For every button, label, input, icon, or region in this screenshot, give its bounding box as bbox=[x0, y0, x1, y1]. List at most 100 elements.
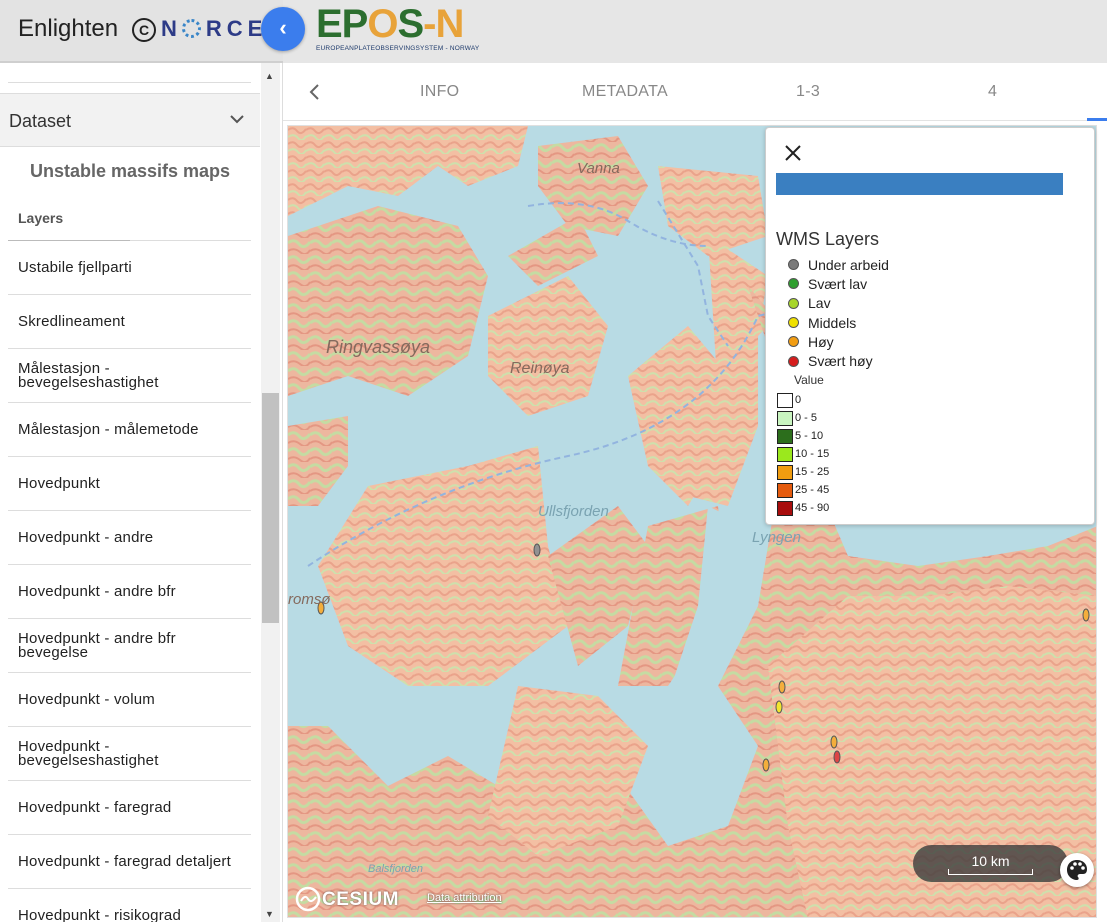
layer-label: Hovedpunkt - faregrad bbox=[18, 798, 172, 816]
wms-legend-item: Høy bbox=[788, 332, 889, 351]
layers-tab[interactable]: Layers bbox=[18, 210, 63, 226]
legend-color-bar bbox=[776, 173, 1063, 195]
layer-item[interactable]: Hovedpunkt - bevegelseshastighet bbox=[8, 727, 251, 781]
data-attribution-link[interactable]: Data attribution bbox=[427, 892, 502, 904]
collapse-sidebar-button[interactable]: ‹ bbox=[261, 7, 305, 51]
value-legend-item: 25 - 45 bbox=[777, 481, 829, 499]
tab-bar: INFO METADATA 1-3 4 bbox=[283, 63, 1107, 121]
sidebar: Dataset Unstable massifs maps Layers Ust… bbox=[0, 63, 283, 922]
layer-list: Ustabile fjellparti Skredlineament Målesta… bbox=[8, 241, 251, 922]
scrollbar-thumb[interactable] bbox=[262, 393, 279, 623]
layer-item[interactable]: Hovedpunkt - faregrad bbox=[8, 781, 251, 835]
value-swatch bbox=[777, 392, 793, 408]
app-title: Enlighten bbox=[18, 15, 119, 42]
tab-1-3[interactable]: 1-3 bbox=[796, 83, 820, 101]
wms-legend-label: Høy bbox=[808, 333, 834, 350]
epos-logo-word: EPOS-N bbox=[316, 2, 464, 46]
value-legend-label: 5 - 10 bbox=[795, 430, 824, 442]
value-swatch bbox=[777, 446, 793, 462]
value-legend-item: 5 - 10 bbox=[777, 427, 829, 445]
wms-legend-item: Middels bbox=[788, 313, 889, 332]
layer-item[interactable]: Hovedpunkt - andre bfr bevegelse bbox=[8, 619, 251, 673]
legend-title: WMS Layers bbox=[776, 229, 880, 249]
top-bar: Enlighten C N RCE ‹ EPOS-N EUROPEANPLATEO… bbox=[0, 0, 1107, 63]
layer-item[interactable]: Skredlineament bbox=[8, 295, 251, 349]
copyright-icon: C bbox=[132, 18, 156, 42]
norce-logo-text: RCE bbox=[205, 16, 268, 41]
value-swatch bbox=[777, 482, 793, 498]
wms-legend-label: Middels bbox=[808, 314, 857, 331]
tab-metadata[interactable]: METADATA bbox=[582, 83, 668, 101]
wms-layer-list: Under arbeid Svært lav Lav Middels Høy Svært … bbox=[788, 255, 889, 371]
wms-legend-label: Lav bbox=[808, 295, 831, 312]
legend-panel: WMS Layers Under arbeid Svært lav Lav Midde… bbox=[765, 127, 1095, 525]
cesium-logo[interactable]: CESIUM bbox=[295, 886, 420, 914]
scroll-up-arrow-icon[interactable]: ▲ bbox=[265, 71, 274, 81]
layer-label: Ustabile fjellparti bbox=[18, 258, 132, 276]
palette-icon bbox=[1067, 860, 1087, 880]
epos-logo-subtitle: EUROPEANPLATEOBSERVINGSYSTEM - NORWAY bbox=[316, 45, 480, 52]
legend-dot-icon bbox=[788, 336, 799, 348]
cesium-label: CESIUM bbox=[322, 889, 399, 910]
layer-item[interactable]: Hovedpunkt - risikograd bbox=[8, 889, 251, 922]
layer-item[interactable]: Hovedpunkt - volum bbox=[8, 673, 251, 727]
value-legend-label: 0 bbox=[795, 394, 802, 406]
epos-n-logo: EPOS-N EUROPEANPLATEOBSERVINGSYSTEM - NO… bbox=[316, 2, 498, 58]
value-title: Value bbox=[794, 373, 824, 387]
tab-info[interactable]: INFO bbox=[420, 83, 459, 101]
dataset-label: Dataset bbox=[9, 111, 72, 131]
layer-item[interactable]: Hovedpunkt - andre bbox=[8, 511, 251, 565]
palette-button[interactable] bbox=[1060, 853, 1094, 887]
layer-item[interactable]: Hovedpunkt bbox=[8, 457, 251, 511]
layer-label-line2: bevegelse bbox=[18, 643, 89, 661]
layer-label: Skredlineament bbox=[18, 312, 126, 330]
wms-legend-item: Lav bbox=[788, 294, 889, 313]
value-swatch bbox=[777, 410, 793, 426]
scale-label: 10 km bbox=[971, 853, 1010, 869]
layer-item[interactable]: Målestasjon - bevegelseshastighet bbox=[8, 349, 251, 403]
value-legend-item: 15 - 25 bbox=[777, 463, 829, 481]
layer-item[interactable]: Ustabile fjellparti bbox=[8, 241, 251, 295]
legend-dot-icon bbox=[788, 278, 799, 290]
layer-label: Hovedpunkt - andre bbox=[18, 528, 154, 546]
legend-dot-icon bbox=[788, 259, 799, 271]
value-swatch bbox=[777, 464, 793, 480]
scale-indicator: 10 km bbox=[913, 845, 1068, 882]
value-legend-label: 0 - 5 bbox=[795, 412, 818, 424]
value-legend-label: 45 - 90 bbox=[795, 502, 830, 514]
chevron-down-icon bbox=[230, 115, 244, 124]
layer-item[interactable]: Målestasjon - målemetode bbox=[8, 403, 251, 457]
section-title: Unstable massifs maps bbox=[29, 161, 231, 181]
layer-item[interactable]: Hovedpunkt - faregrad detaljert bbox=[8, 835, 251, 889]
scroll-down-arrow-icon[interactable]: ▼ bbox=[265, 909, 274, 919]
active-tab-indicator bbox=[1087, 118, 1107, 121]
wms-legend-item: Under arbeid bbox=[788, 255, 889, 274]
value-swatch bbox=[777, 428, 793, 444]
value-swatch bbox=[777, 500, 793, 516]
layer-label: Hovedpunkt - andre bfr bbox=[18, 582, 176, 600]
value-legend-label: 15 - 25 bbox=[795, 466, 830, 478]
legend-dot-icon bbox=[788, 317, 799, 329]
layer-label: Målestasjon - målemetode bbox=[18, 420, 199, 438]
layer-label: Hovedpunkt bbox=[18, 474, 101, 492]
brand-area: Enlighten C N RCE bbox=[0, 0, 283, 63]
wms-legend-label: Svært høy bbox=[808, 353, 873, 370]
chevron-left-icon[interactable] bbox=[305, 81, 325, 103]
layer-label-line2: bevegelseshastighet bbox=[18, 373, 159, 391]
scale-bar bbox=[948, 869, 1033, 875]
dataset-dropdown[interactable]: Dataset bbox=[0, 93, 260, 147]
value-legend-item: 10 - 15 bbox=[777, 445, 829, 463]
value-list: 0 0 - 5 5 - 10 10 - 15 15 - 25 25 - 45 45 - 90 bbox=[777, 391, 829, 517]
legend-dot-icon bbox=[788, 355, 799, 367]
wms-legend-item: Svært lav bbox=[788, 274, 889, 293]
legend-dot-icon bbox=[788, 297, 799, 309]
layer-item[interactable]: Hovedpunkt - andre bfr bbox=[8, 565, 251, 619]
cesium-icon bbox=[295, 886, 321, 912]
layer-label: Hovedpunkt - risikograd bbox=[18, 906, 182, 922]
close-icon[interactable] bbox=[783, 143, 803, 163]
value-legend-item: 0 bbox=[777, 391, 829, 409]
wms-legend-label: Svært lav bbox=[808, 275, 868, 292]
tab-4[interactable]: 4 bbox=[988, 83, 997, 101]
value-legend-item: 45 - 90 bbox=[777, 499, 829, 517]
wms-legend-item: Svært høy bbox=[788, 351, 889, 370]
